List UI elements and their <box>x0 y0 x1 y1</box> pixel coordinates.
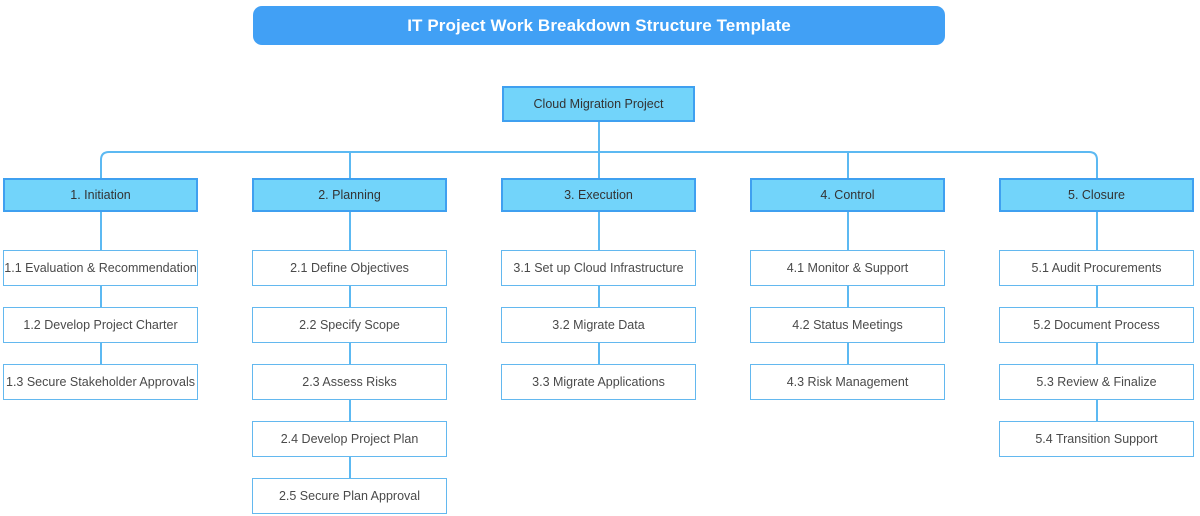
wbs-node-5.2[interactable]: 5.2 Document Process <box>999 307 1194 343</box>
wbs-node-4.1[interactable]: 4.1 Monitor & Support <box>750 250 945 286</box>
node-label: 1.2 Develop Project Charter <box>23 317 178 332</box>
node-label: 4.2 Status Meetings <box>792 317 903 332</box>
connector-drop-1 <box>100 151 110 178</box>
wbs-node-3[interactable]: 3. Execution <box>501 178 696 212</box>
node-label: 3.1 Set up Cloud Infrastructure <box>513 260 684 275</box>
wbs-node-1.2[interactable]: 1.2 Develop Project Charter <box>3 307 198 343</box>
node-label: 1. Initiation <box>70 187 131 202</box>
wbs-node-1[interactable]: 1. Initiation <box>3 178 198 212</box>
wbs-node-root[interactable]: Cloud Migration Project <box>502 86 695 122</box>
node-label: 2.4 Develop Project Plan <box>280 431 419 446</box>
node-label: 2. Planning <box>318 187 381 202</box>
node-label: 1.1 Evaluation & Recommendation <box>4 260 197 275</box>
wbs-node-2.5[interactable]: 2.5 Secure Plan Approval <box>252 478 447 514</box>
node-label: 4.3 Risk Management <box>786 374 909 389</box>
wbs-node-2.1[interactable]: 2.1 Define Objectives <box>252 250 447 286</box>
wbs-node-2.4[interactable]: 2.4 Develop Project Plan <box>252 421 447 457</box>
wbs-node-5.4[interactable]: 5.4 Transition Support <box>999 421 1194 457</box>
wbs-node-5[interactable]: 5. Closure <box>999 178 1194 212</box>
node-label: 5.3 Review & Finalize <box>1036 374 1157 389</box>
node-label: 1.3 Secure Stakeholder Approvals <box>6 374 196 389</box>
node-label: 5.2 Document Process <box>1033 317 1160 332</box>
wbs-node-2.2[interactable]: 2.2 Specify Scope <box>252 307 447 343</box>
wbs-node-3.1[interactable]: 3.1 Set up Cloud Infrastructure <box>501 250 696 286</box>
connector-drop-5 <box>1088 151 1098 178</box>
wbs-node-4.3[interactable]: 4.3 Risk Management <box>750 364 945 400</box>
node-label: 5.1 Audit Procurements <box>1031 260 1162 275</box>
node-label: Cloud Migration Project <box>533 96 664 111</box>
diagram-title-banner: IT Project Work Breakdown Structure Temp… <box>253 6 945 45</box>
node-label: 2.5 Secure Plan Approval <box>278 488 421 503</box>
node-label: 3. Execution <box>564 187 633 202</box>
node-label: 3.2 Migrate Data <box>552 317 645 332</box>
wbs-node-2[interactable]: 2. Planning <box>252 178 447 212</box>
wbs-node-1.3[interactable]: 1.3 Secure Stakeholder Approvals <box>3 364 198 400</box>
wbs-node-1.1[interactable]: 1.1 Evaluation & Recommendation <box>3 250 198 286</box>
wbs-node-2.3[interactable]: 2.3 Assess Risks <box>252 364 447 400</box>
node-label: 5.4 Transition Support <box>1035 431 1158 446</box>
node-label: 3.3 Migrate Applications <box>532 374 665 389</box>
page-title: IT Project Work Breakdown Structure Temp… <box>407 15 791 35</box>
wbs-node-3.3[interactable]: 3.3 Migrate Applications <box>501 364 696 400</box>
wbs-node-5.1[interactable]: 5.1 Audit Procurements <box>999 250 1194 286</box>
wbs-node-5.3[interactable]: 5.3 Review & Finalize <box>999 364 1194 400</box>
node-label: 2.2 Specify Scope <box>299 317 400 332</box>
wbs-node-4.2[interactable]: 4.2 Status Meetings <box>750 307 945 343</box>
node-label: 2.1 Define Objectives <box>290 260 409 275</box>
node-label: 2.3 Assess Risks <box>302 374 397 389</box>
wbs-node-3.2[interactable]: 3.2 Migrate Data <box>501 307 696 343</box>
wbs-diagram-canvas: IT Project Work Breakdown Structure Temp… <box>0 0 1200 516</box>
wbs-node-4[interactable]: 4. Control <box>750 178 945 212</box>
node-label: 5. Closure <box>1068 187 1125 202</box>
node-label: 4. Control <box>820 187 875 202</box>
node-label: 4.1 Monitor & Support <box>786 260 909 275</box>
